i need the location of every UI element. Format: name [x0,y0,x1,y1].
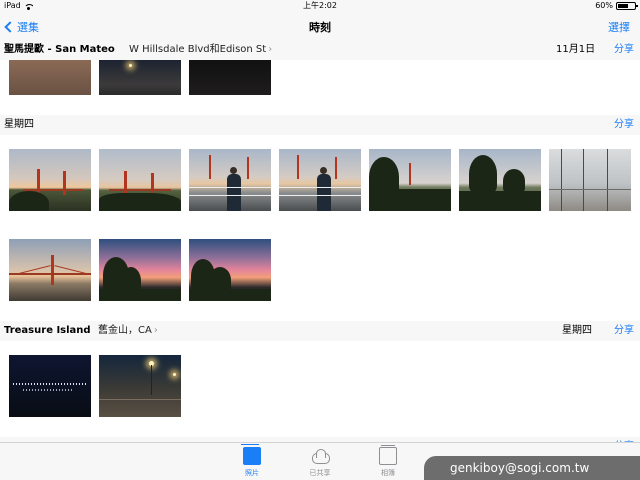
tab-albums[interactable]: 相簿 [368,445,408,478]
photos-app-screen: iPad 上午2:02 60% 選集 時刻 選擇 聖馬提歐 - San Mate… [0,0,640,480]
photo-thumbnail[interactable] [9,239,91,301]
cloud-icon [311,447,330,465]
section-date: 星期四 [562,325,592,336]
section-location: 聖馬提歐 - San Mateo [4,44,115,55]
status-time: 上午2:02 [303,1,337,10]
albums-icon [379,445,397,465]
page-title: 時刻 [309,21,331,34]
photo-thumbnail[interactable] [9,149,91,211]
section-date: 11月1日 [556,44,596,55]
watermark: genkiboy@sogi.com.tw [424,456,640,480]
photo-thumbnail[interactable] [99,355,181,417]
share-button[interactable]: 分享 [614,40,634,60]
select-button[interactable]: 選擇 [608,19,630,35]
tab-label: 已共享 [309,469,331,477]
section-sublocation-link[interactable]: W Hillsdale Blvd和Edison St › [129,40,272,60]
chevron-right-icon: › [153,325,158,336]
section-header: 星期四 分享 [0,115,640,135]
photo-thumbnail[interactable] [459,149,541,211]
section-header: 聖馬提歐 - San Mateo W Hillsdale Blvd和Edison… [0,40,640,60]
battery-percent: 60% [595,1,613,10]
status-bar: iPad 上午2:02 60% [0,0,640,12]
tab-shared[interactable]: 已共享 [300,447,340,478]
photo-thumbnail[interactable] [99,149,181,211]
tab-photos[interactable]: 照片 [232,444,272,478]
navigation-bar: 選集 時刻 選擇 [0,12,640,41]
tab-label: 相簿 [381,469,395,477]
photo-thumbnail[interactable] [369,149,451,211]
photo-thumbnail[interactable] [99,60,181,95]
chevron-right-icon: › [268,44,273,55]
battery-icon [616,2,638,10]
photo-thumbnail[interactable] [189,60,271,95]
photo-thumbnail[interactable] [99,239,181,301]
section-sublocation-link[interactable]: 舊金山，CA › [98,321,158,341]
tab-label: 照片 [245,469,259,477]
photo-thumbnail[interactable] [9,355,91,417]
photo-thumbnail[interactable] [9,60,91,95]
photo-thumbnail[interactable] [189,239,271,301]
photos-icon [241,444,261,465]
section-location: Treasure Island [4,325,91,336]
share-button[interactable]: 分享 [614,115,634,135]
photo-thumbnail[interactable] [279,149,361,211]
section-location: 星期四 [4,119,34,130]
share-button[interactable]: 分享 [614,321,634,341]
photo-thumbnail[interactable] [189,149,271,211]
photo-thumbnail[interactable] [549,149,631,211]
section-header: Treasure Island 舊金山，CA › 星期四 分享 [0,321,640,341]
